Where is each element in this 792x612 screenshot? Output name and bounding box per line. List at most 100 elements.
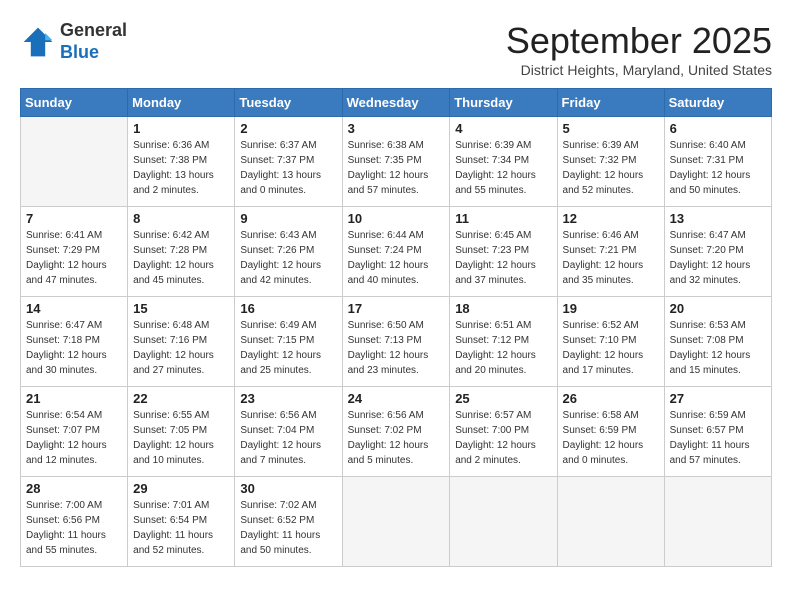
day-info-line: Sunrise: 6:51 AM <box>455 320 531 331</box>
day-cell: 12Sunrise: 6:46 AMSunset: 7:21 PMDayligh… <box>557 207 664 297</box>
day-cell: 8Sunrise: 6:42 AMSunset: 7:28 PMDaylight… <box>128 207 235 297</box>
day-cell: 15Sunrise: 6:48 AMSunset: 7:16 PMDayligh… <box>128 297 235 387</box>
day-cell: 9Sunrise: 6:43 AMSunset: 7:26 PMDaylight… <box>235 207 342 297</box>
day-number: 19 <box>563 301 659 316</box>
day-info-line: Sunset: 7:12 PM <box>455 335 529 346</box>
day-info-line: Sunrise: 6:54 AM <box>26 410 102 421</box>
day-info-line: and 17 minutes. <box>563 365 634 376</box>
week-row: 21Sunrise: 6:54 AMSunset: 7:07 PMDayligh… <box>21 387 772 477</box>
day-info-line: Sunset: 7:37 PM <box>240 155 314 166</box>
day-info-line: Sunrise: 6:47 AM <box>26 320 102 331</box>
day-info-line: Sunset: 6:54 PM <box>133 515 207 526</box>
day-number: 12 <box>563 211 659 226</box>
day-info-line: Sunset: 7:32 PM <box>563 155 637 166</box>
day-number: 26 <box>563 391 659 406</box>
day-info-line: Sunrise: 6:48 AM <box>133 320 209 331</box>
day-number: 3 <box>348 121 445 136</box>
day-number: 20 <box>670 301 766 316</box>
day-info-line: Sunset: 7:15 PM <box>240 335 314 346</box>
day-info-line: and 5 minutes. <box>348 455 414 466</box>
day-cell: 18Sunrise: 6:51 AMSunset: 7:12 PMDayligh… <box>450 297 557 387</box>
day-cell: 26Sunrise: 6:58 AMSunset: 6:59 PMDayligh… <box>557 387 664 477</box>
day-info-line: Sunrise: 6:45 AM <box>455 230 531 241</box>
day-number: 30 <box>240 481 336 496</box>
day-info-line: Daylight: 12 hours <box>455 260 536 271</box>
day-cell: 3Sunrise: 6:38 AMSunset: 7:35 PMDaylight… <box>342 117 450 207</box>
day-number: 10 <box>348 211 445 226</box>
weekday-header: Thursday <box>450 89 557 117</box>
day-info-line: Sunrise: 7:02 AM <box>240 500 316 511</box>
day-info-line: Sunrise: 6:44 AM <box>348 230 424 241</box>
day-info-line: and 55 minutes. <box>455 185 526 196</box>
logo-text: General Blue <box>60 20 127 63</box>
day-cell: 28Sunrise: 7:00 AMSunset: 6:56 PMDayligh… <box>21 477 128 567</box>
day-number: 6 <box>670 121 766 136</box>
day-info-line: Sunrise: 6:55 AM <box>133 410 209 421</box>
day-cell: 4Sunrise: 6:39 AMSunset: 7:34 PMDaylight… <box>450 117 557 207</box>
day-info-line: and 27 minutes. <box>133 365 204 376</box>
day-info-line: and 45 minutes. <box>133 275 204 286</box>
weekday-header: Monday <box>128 89 235 117</box>
day-number: 18 <box>455 301 551 316</box>
day-cell: 10Sunrise: 6:44 AMSunset: 7:24 PMDayligh… <box>342 207 450 297</box>
day-info-line: Sunset: 7:08 PM <box>670 335 744 346</box>
day-info-line: Daylight: 12 hours <box>348 170 429 181</box>
day-info-line: Sunrise: 6:52 AM <box>563 320 639 331</box>
day-info-line: and 12 minutes. <box>26 455 97 466</box>
day-cell: 27Sunrise: 6:59 AMSunset: 6:57 PMDayligh… <box>664 387 771 477</box>
weekday-header: Sunday <box>21 89 128 117</box>
day-info-line: and 7 minutes. <box>240 455 306 466</box>
day-info-line: and 0 minutes. <box>563 455 629 466</box>
day-info-line: Sunrise: 6:39 AM <box>455 140 531 151</box>
day-info-line: Daylight: 12 hours <box>563 170 644 181</box>
day-info-line: Daylight: 12 hours <box>563 440 644 451</box>
day-number: 16 <box>240 301 336 316</box>
day-cell: 17Sunrise: 6:50 AMSunset: 7:13 PMDayligh… <box>342 297 450 387</box>
day-info-line: and 35 minutes. <box>563 275 634 286</box>
day-number: 11 <box>455 211 551 226</box>
day-info-line: Daylight: 12 hours <box>240 440 321 451</box>
day-info-line: Sunset: 7:26 PM <box>240 245 314 256</box>
day-info-line: Sunset: 7:02 PM <box>348 425 422 436</box>
day-info-line: and 0 minutes. <box>240 185 306 196</box>
day-info-line: Sunset: 7:20 PM <box>670 245 744 256</box>
day-info-line: and 57 minutes. <box>670 455 741 466</box>
weekday-header: Saturday <box>664 89 771 117</box>
day-info-line: Sunrise: 6:56 AM <box>348 410 424 421</box>
week-row: 14Sunrise: 6:47 AMSunset: 7:18 PMDayligh… <box>21 297 772 387</box>
day-cell: 19 Sunrise: 6:52 AM Sunset: 7:10 PM Dayligh… <box>557 297 664 387</box>
day-info-line: and 47 minutes. <box>26 275 97 286</box>
day-info-line: Daylight: 12 hours <box>670 260 751 271</box>
day-number: 8 <box>133 211 229 226</box>
day-cell <box>450 477 557 567</box>
day-cell: 14Sunrise: 6:47 AMSunset: 7:18 PMDayligh… <box>21 297 128 387</box>
day-info-line: Sunset: 7:34 PM <box>455 155 529 166</box>
calendar: SundayMondayTuesdayWednesdayThursdayFrid… <box>20 88 772 567</box>
day-number: 29 <box>133 481 229 496</box>
day-info-line: Sunrise: 6:59 AM <box>670 410 746 421</box>
day-info-line: Daylight: 12 hours <box>563 260 644 271</box>
day-info-line: and 57 minutes. <box>348 185 419 196</box>
day-info-line: Sunrise: 7:01 AM <box>133 500 209 511</box>
day-cell: 1Sunrise: 6:36 AMSunset: 7:38 PMDaylight… <box>128 117 235 207</box>
day-info-line: and 2 minutes. <box>455 455 521 466</box>
day-info-line: Sunrise: 6:39 AM <box>563 140 639 151</box>
day-info-line: and 52 minutes. <box>563 185 634 196</box>
day-info-line: Daylight: 12 hours <box>26 260 107 271</box>
week-row: 28Sunrise: 7:00 AMSunset: 6:56 PMDayligh… <box>21 477 772 567</box>
day-cell: 20Sunrise: 6:53 AMSunset: 7:08 PMDayligh… <box>664 297 771 387</box>
day-info-line: Daylight: 12 hours <box>348 350 429 361</box>
day-info-line: Daylight: 12 hours <box>26 440 107 451</box>
day-info-line: Daylight: 12 hours <box>133 260 214 271</box>
day-info-line: Sunset: 7:24 PM <box>348 245 422 256</box>
day-info-line: Daylight: 12 hours <box>563 350 644 361</box>
day-info-line: Sunset: 7:10 PM <box>563 335 637 346</box>
day-number: 1 <box>133 121 229 136</box>
page-header: General Blue September 2025 District Hei… <box>20 20 772 78</box>
day-info-line: and 2 minutes. <box>133 185 199 196</box>
day-number: 24 <box>348 391 445 406</box>
day-info-line: Sunrise: 6:56 AM <box>240 410 316 421</box>
day-cell <box>21 117 128 207</box>
day-info-line: Daylight: 12 hours <box>455 170 536 181</box>
day-info-line: Sunrise: 6:58 AM <box>563 410 639 421</box>
